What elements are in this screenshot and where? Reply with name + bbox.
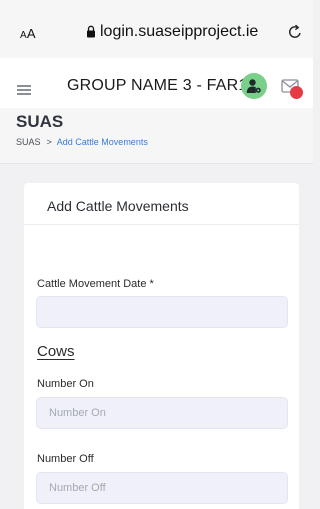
reload-icon[interactable] — [287, 24, 303, 40]
number-on-label: Number On — [37, 378, 94, 390]
browser-url-bar: AA login.suaseipproject.ie — [0, 0, 313, 58]
user-settings-icon[interactable] — [241, 73, 267, 99]
page-title: SUAS — [16, 112, 64, 131]
text-size-button[interactable]: AA — [20, 26, 36, 41]
card-header: Add Cattle Movements — [24, 183, 299, 225]
cattle-movement-date-input[interactable] — [36, 296, 288, 328]
number-off-label: Number Off — [37, 453, 94, 465]
breadcrumb-separator: > — [46, 137, 52, 147]
breadcrumb-current[interactable]: Add Cattle Movements — [57, 137, 148, 147]
number-off-input[interactable] — [36, 472, 288, 504]
add-cattle-movements-card: Add Cattle Movements Cattle Movement Dat… — [24, 183, 299, 509]
card-title: Add Cattle Movements — [47, 198, 189, 214]
app-header: GROUP NAME 3 - FAR1 — [0, 58, 313, 108]
cattle-movement-date-label: Cattle Movement Date * — [37, 278, 154, 290]
breadcrumb: SUAS > Add Cattle Movements — [16, 137, 148, 147]
lock-icon — [87, 25, 95, 38]
group-name: GROUP NAME 3 - FAR1 — [67, 77, 248, 94]
menu-icon[interactable] — [17, 85, 31, 95]
page-header: SUAS SUAS > Add Cattle Movements — [0, 108, 313, 164]
notification-badge — [290, 86, 303, 99]
breadcrumb-home[interactable]: SUAS — [16, 137, 41, 147]
url-text[interactable]: login.suaseipproject.ie — [100, 23, 258, 41]
cows-section-title: Cows — [37, 343, 75, 360]
number-on-input[interactable] — [36, 397, 288, 429]
